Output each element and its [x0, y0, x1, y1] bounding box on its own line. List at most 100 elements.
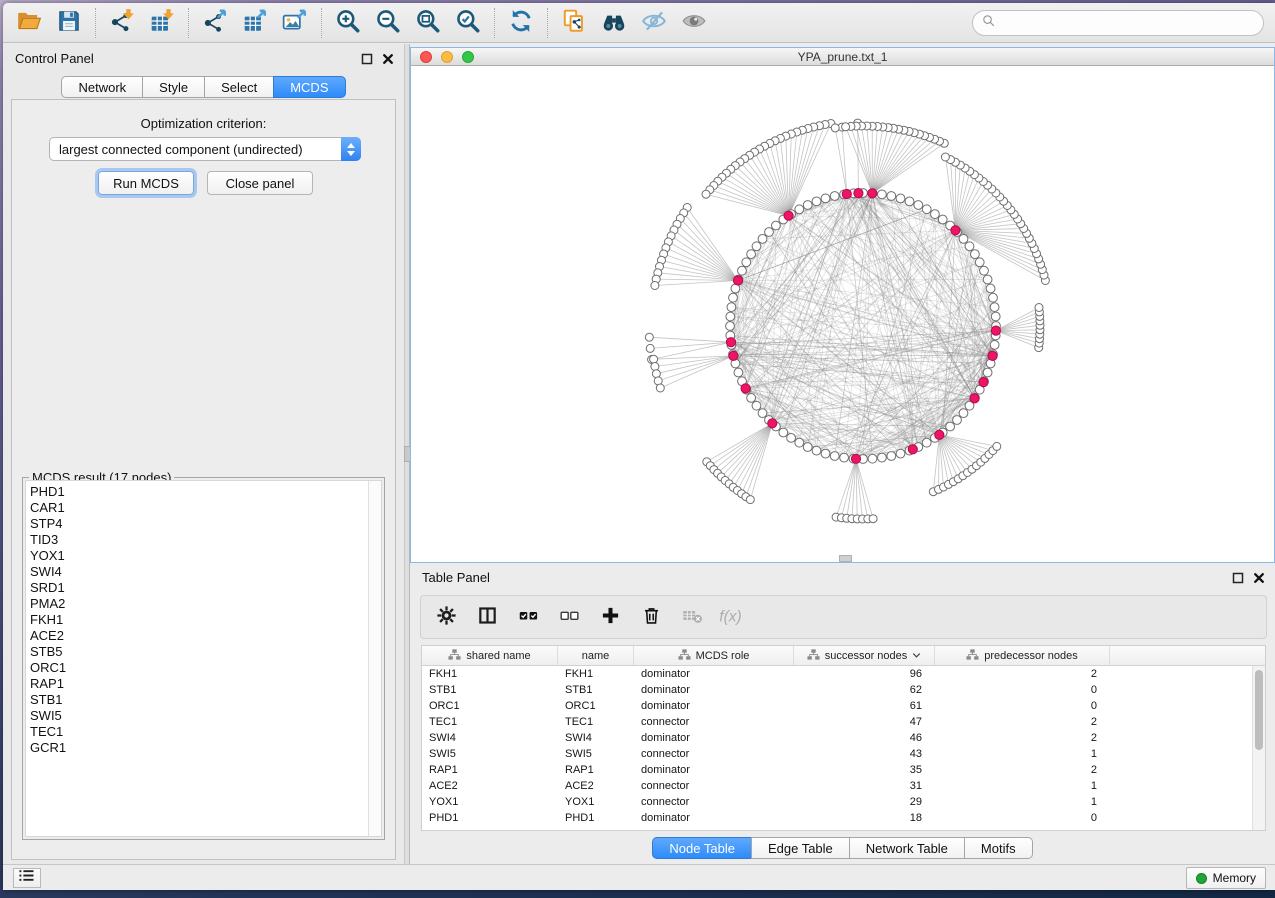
table-cell[interactable]: dominator: [634, 698, 794, 714]
table-cell[interactable]: dominator: [634, 810, 794, 826]
table-cell[interactable]: 2: [935, 714, 1110, 730]
table-row[interactable]: YOX1YOX1connector291: [422, 794, 1265, 810]
table-cell[interactable]: SWI5: [422, 746, 558, 762]
table-cell[interactable]: 96: [794, 666, 935, 682]
table-cell[interactable]: YOX1: [422, 794, 558, 810]
table-cell[interactable]: SWI4: [558, 730, 634, 746]
table-cell[interactable]: 0: [935, 698, 1110, 714]
table-cell[interactable]: 2: [935, 730, 1110, 746]
table-cell[interactable]: 62: [794, 682, 935, 698]
result-node-item[interactable]: STP4: [30, 516, 381, 532]
table-cell[interactable]: SWI5: [558, 746, 634, 762]
table-cell[interactable]: TEC1: [558, 714, 634, 730]
zoom-selected-button[interactable]: [448, 6, 488, 40]
table-cell[interactable]: 35: [794, 762, 935, 778]
table-cell[interactable]: STB1: [422, 682, 558, 698]
table-cell[interactable]: connector: [634, 746, 794, 762]
table-cell[interactable]: ACE2: [558, 778, 634, 794]
tab-network-table[interactable]: Network Table: [849, 837, 964, 859]
table-cell[interactable]: dominator: [634, 762, 794, 778]
table-row[interactable]: TEC1TEC1connector472: [422, 714, 1265, 730]
open-folder-button[interactable]: [9, 6, 49, 40]
result-node-item[interactable]: STB5: [30, 644, 381, 660]
scrollbar-thumb[interactable]: [1255, 670, 1263, 750]
deselect-all-button[interactable]: [556, 604, 582, 630]
table-cell[interactable]: YOX1: [558, 794, 634, 810]
table-cell[interactable]: RAP1: [422, 762, 558, 778]
close-panel-button[interactable]: Close panel: [207, 171, 313, 195]
table-cell[interactable]: 1: [935, 794, 1110, 810]
show-all-button[interactable]: [674, 6, 714, 40]
tab-node-table[interactable]: Node Table: [652, 837, 751, 859]
table-cell[interactable]: ORC1: [558, 698, 634, 714]
result-node-item[interactable]: PMA2: [30, 596, 381, 612]
import-table-button[interactable]: [142, 6, 182, 40]
show-panels-button[interactable]: [13, 868, 41, 888]
export-image-button[interactable]: [275, 6, 315, 40]
result-node-item[interactable]: SWI5: [30, 708, 381, 724]
column-header-name[interactable]: name: [558, 646, 634, 665]
hide-selected-button[interactable]: [634, 6, 674, 40]
result-node-item[interactable]: SWI4: [30, 564, 381, 580]
table-cell[interactable]: connector: [634, 778, 794, 794]
table-cell[interactable]: 46: [794, 730, 935, 746]
mcds-result-list[interactable]: PHD1CAR1STP4TID3YOX1SWI4SRD1PMA2FKH1ACE2…: [25, 480, 382, 837]
result-node-item[interactable]: ACE2: [30, 628, 381, 644]
table-cell[interactable]: PHD1: [422, 810, 558, 826]
tab-mcds[interactable]: MCDS: [273, 76, 345, 98]
tab-edge-table[interactable]: Edge Table: [751, 837, 849, 859]
criterion-dropdown[interactable]: largest connected component (undirected): [49, 137, 361, 161]
add-column-button[interactable]: [597, 604, 623, 630]
column-header-MCDS-role[interactable]: MCDS role: [634, 646, 794, 665]
table-cell[interactable]: 0: [935, 682, 1110, 698]
table-row[interactable]: ORC1ORC1dominator610: [422, 698, 1265, 714]
zoom-out-button[interactable]: [368, 6, 408, 40]
table-cell[interactable]: dominator: [634, 682, 794, 698]
table-row[interactable]: SWI5SWI5connector431: [422, 746, 1265, 762]
table-row[interactable]: FKH1FKH1dominator962: [422, 666, 1265, 682]
table-cell[interactable]: FKH1: [558, 666, 634, 682]
export-table-button[interactable]: [235, 6, 275, 40]
table-cell[interactable]: 47: [794, 714, 935, 730]
column-manager-button[interactable]: [474, 604, 500, 630]
result-node-item[interactable]: ORC1: [30, 660, 381, 676]
save-session-button[interactable]: [49, 6, 89, 40]
table-cell[interactable]: 29: [794, 794, 935, 810]
result-scrollbar[interactable]: [368, 481, 381, 836]
horizontal-splitter-handle[interactable]: [839, 555, 852, 562]
first-neighbors-button[interactable]: [594, 6, 634, 40]
close-icon[interactable]: [381, 52, 394, 65]
table-row[interactable]: STB1STB1dominator620: [422, 682, 1265, 698]
table-cell[interactable]: 2: [935, 762, 1110, 778]
network-titlebar[interactable]: YPA_prune.txt_1: [411, 48, 1274, 66]
result-node-item[interactable]: TID3: [30, 532, 381, 548]
search-input[interactable]: [1001, 15, 1255, 32]
table-cell[interactable]: TEC1: [422, 714, 558, 730]
table-cell[interactable]: dominator: [634, 730, 794, 746]
select-all-button[interactable]: [515, 604, 541, 630]
table-row[interactable]: PHD1PHD1dominator180: [422, 810, 1265, 826]
export-network-button[interactable]: [195, 6, 235, 40]
tab-style[interactable]: Style: [142, 76, 204, 98]
search-box[interactable]: [972, 10, 1264, 36]
table-scrollbar[interactable]: [1252, 666, 1265, 830]
result-node-item[interactable]: GCR1: [30, 740, 381, 756]
table-row[interactable]: RAP1RAP1dominator352: [422, 762, 1265, 778]
table-cell[interactable]: 2: [935, 666, 1110, 682]
duplicate-network-button[interactable]: [554, 6, 594, 40]
table-cell[interactable]: 0: [935, 810, 1110, 826]
settings-button[interactable]: [433, 604, 459, 630]
result-node-item[interactable]: FKH1: [30, 612, 381, 628]
table-cell[interactable]: 1: [935, 778, 1110, 794]
table-row[interactable]: ACE2ACE2connector311: [422, 778, 1265, 794]
result-node-item[interactable]: TEC1: [30, 724, 381, 740]
table-cell[interactable]: 31: [794, 778, 935, 794]
network-graph[interactable]: [411, 66, 1274, 562]
result-node-item[interactable]: RAP1: [30, 676, 381, 692]
import-network-button[interactable]: [102, 6, 142, 40]
run-mcds-button[interactable]: Run MCDS: [98, 171, 194, 195]
table-cell[interactable]: connector: [634, 794, 794, 810]
table-cell[interactable]: ACE2: [422, 778, 558, 794]
table-cell[interactable]: FKH1: [422, 666, 558, 682]
zoom-fit-button[interactable]: [408, 6, 448, 40]
